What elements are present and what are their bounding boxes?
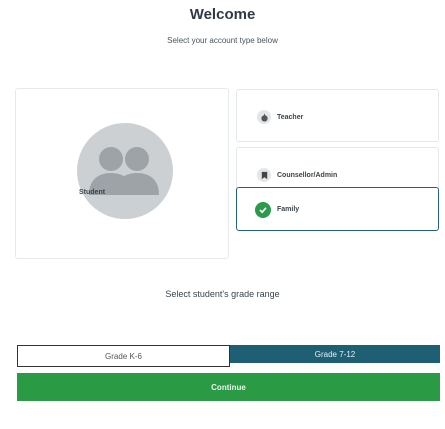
two-people-icon bbox=[89, 147, 159, 195]
family-option[interactable]: Family bbox=[236, 187, 439, 231]
teacher-label: Teacher bbox=[277, 114, 304, 121]
bookmark-icon bbox=[257, 168, 271, 182]
grade-range-toggle: Grade K-6 Grade 7-12 bbox=[17, 345, 440, 367]
family-label: Family bbox=[277, 206, 300, 213]
grade-heading: Select student's grade range bbox=[165, 289, 280, 299]
check-icon bbox=[255, 202, 271, 218]
page-subtitle: Select your account type below bbox=[167, 36, 278, 45]
avatar bbox=[77, 123, 173, 219]
counsellor-label: Counsellor/Admin bbox=[277, 172, 338, 179]
apple-icon bbox=[257, 110, 271, 124]
teacher-option[interactable]: Teacher bbox=[236, 89, 439, 142]
grade-k6-button[interactable]: Grade K-6 bbox=[17, 345, 230, 367]
student-card[interactable] bbox=[15, 88, 229, 259]
page-title: Welcome bbox=[189, 6, 256, 23]
continue-button[interactable]: Continue bbox=[17, 373, 440, 401]
student-label: Student bbox=[79, 189, 106, 196]
grade-7-12-button[interactable]: Grade 7-12 bbox=[230, 345, 440, 363]
